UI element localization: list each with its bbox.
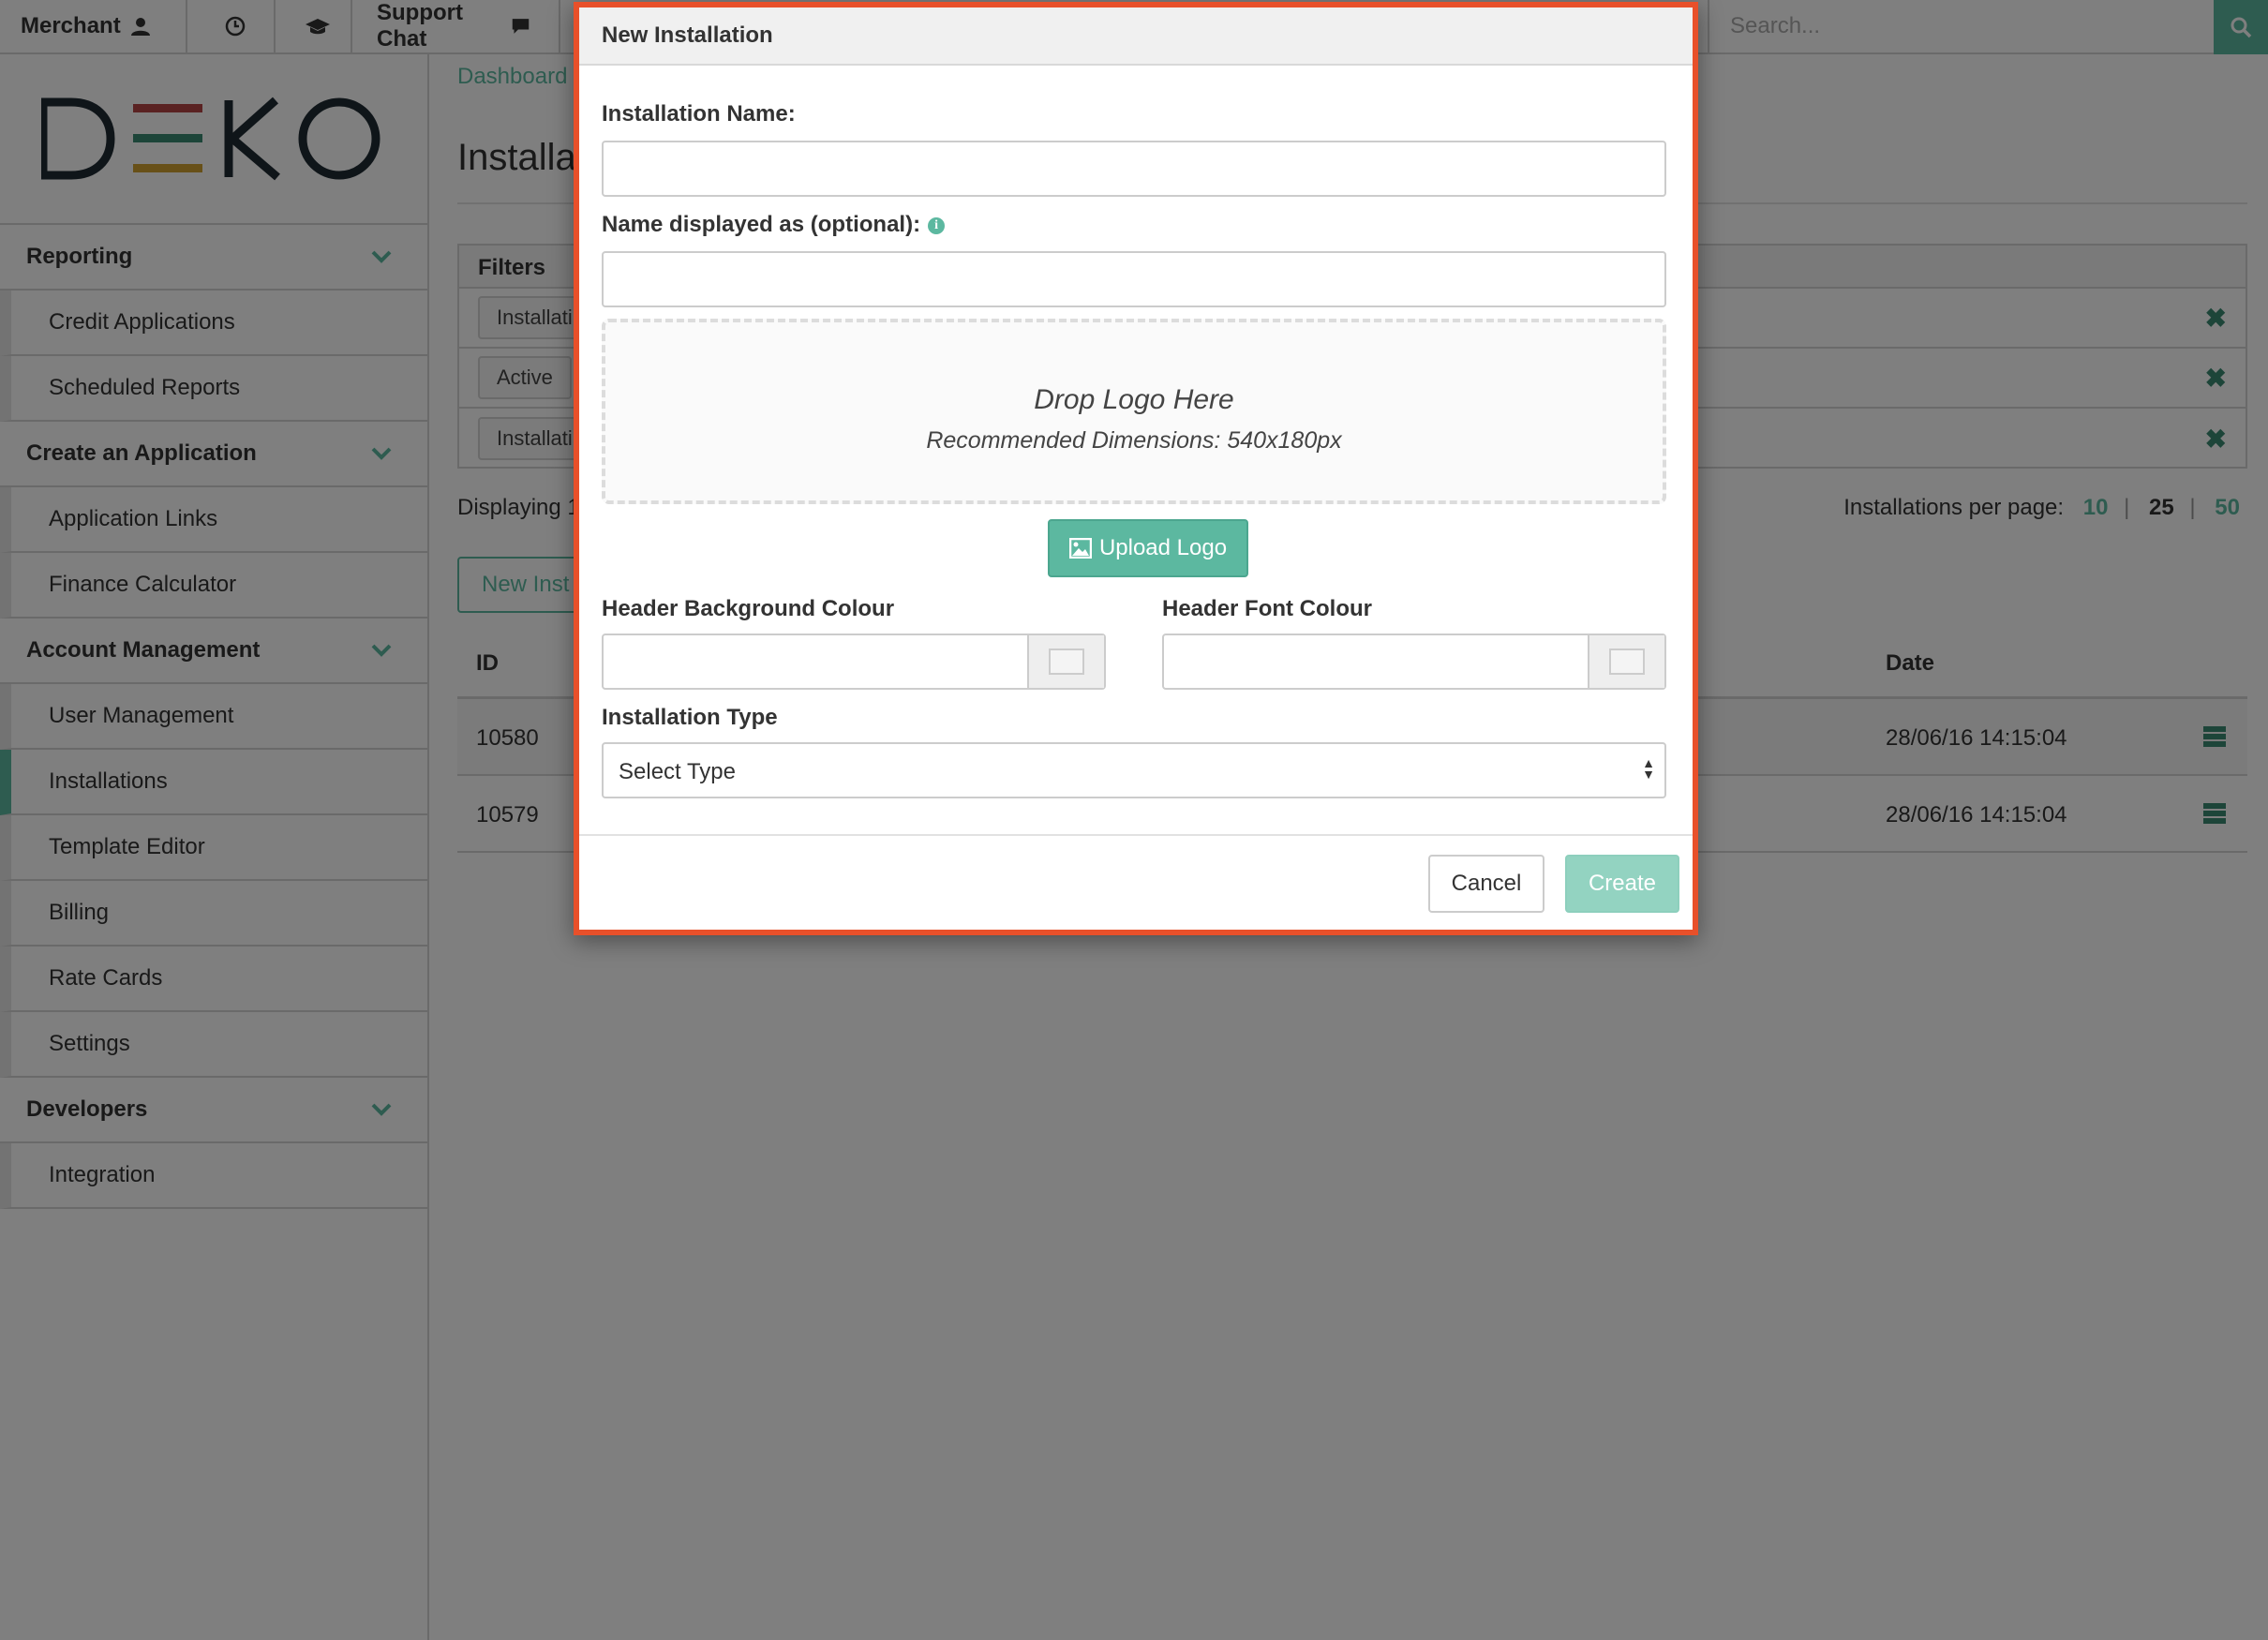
header-bg-colour-picker[interactable] [602, 634, 1106, 690]
select-value: Select Type [619, 759, 736, 784]
dropzone-title: Drop Logo Here [1034, 384, 1234, 415]
logo-dropzone[interactable]: Drop Logo Here Recommended Dimensions: 5… [602, 319, 1666, 504]
create-button[interactable]: Create [1565, 855, 1679, 913]
installation-name-input[interactable] [602, 141, 1666, 197]
image-icon [1068, 538, 1092, 559]
modal-footer: Cancel Create [579, 834, 1693, 930]
modal-title: New Installation [579, 7, 1693, 66]
display-name-input[interactable] [602, 251, 1666, 307]
display-name-label-row: Name displayed as (optional): i [602, 212, 946, 238]
colour-swatch [1049, 649, 1084, 675]
upload-logo-button[interactable]: Upload Logo [1048, 519, 1248, 577]
modal-body: Installation Name: Name displayed as (op… [579, 66, 1693, 840]
header-bg-colour-label: Header Background Colour [602, 596, 895, 621]
select-arrows-icon: ▲ ▼ [1642, 755, 1655, 782]
installation-name-label: Installation Name: [602, 101, 796, 127]
installation-type-select[interactable]: Select Type ▲ ▼ [602, 742, 1666, 798]
dropzone-subtitle: Recommended Dimensions: 540x180px [926, 427, 1342, 454]
colour-swatch [1609, 649, 1645, 675]
colour-swatch-button[interactable] [1588, 635, 1664, 688]
cancel-button[interactable]: Cancel [1428, 855, 1544, 913]
info-icon[interactable]: i [928, 216, 946, 234]
installation-type-label: Installation Type [602, 705, 778, 730]
header-font-colour-picker[interactable] [1162, 634, 1666, 690]
header-font-colour-label: Header Font Colour [1162, 596, 1373, 621]
upload-logo-label: Upload Logo [1098, 535, 1228, 560]
display-name-label: Name displayed as (optional): [602, 212, 921, 237]
new-installation-modal: New Installation Installation Name: Name… [574, 2, 1698, 935]
colour-swatch-button[interactable] [1027, 635, 1104, 688]
